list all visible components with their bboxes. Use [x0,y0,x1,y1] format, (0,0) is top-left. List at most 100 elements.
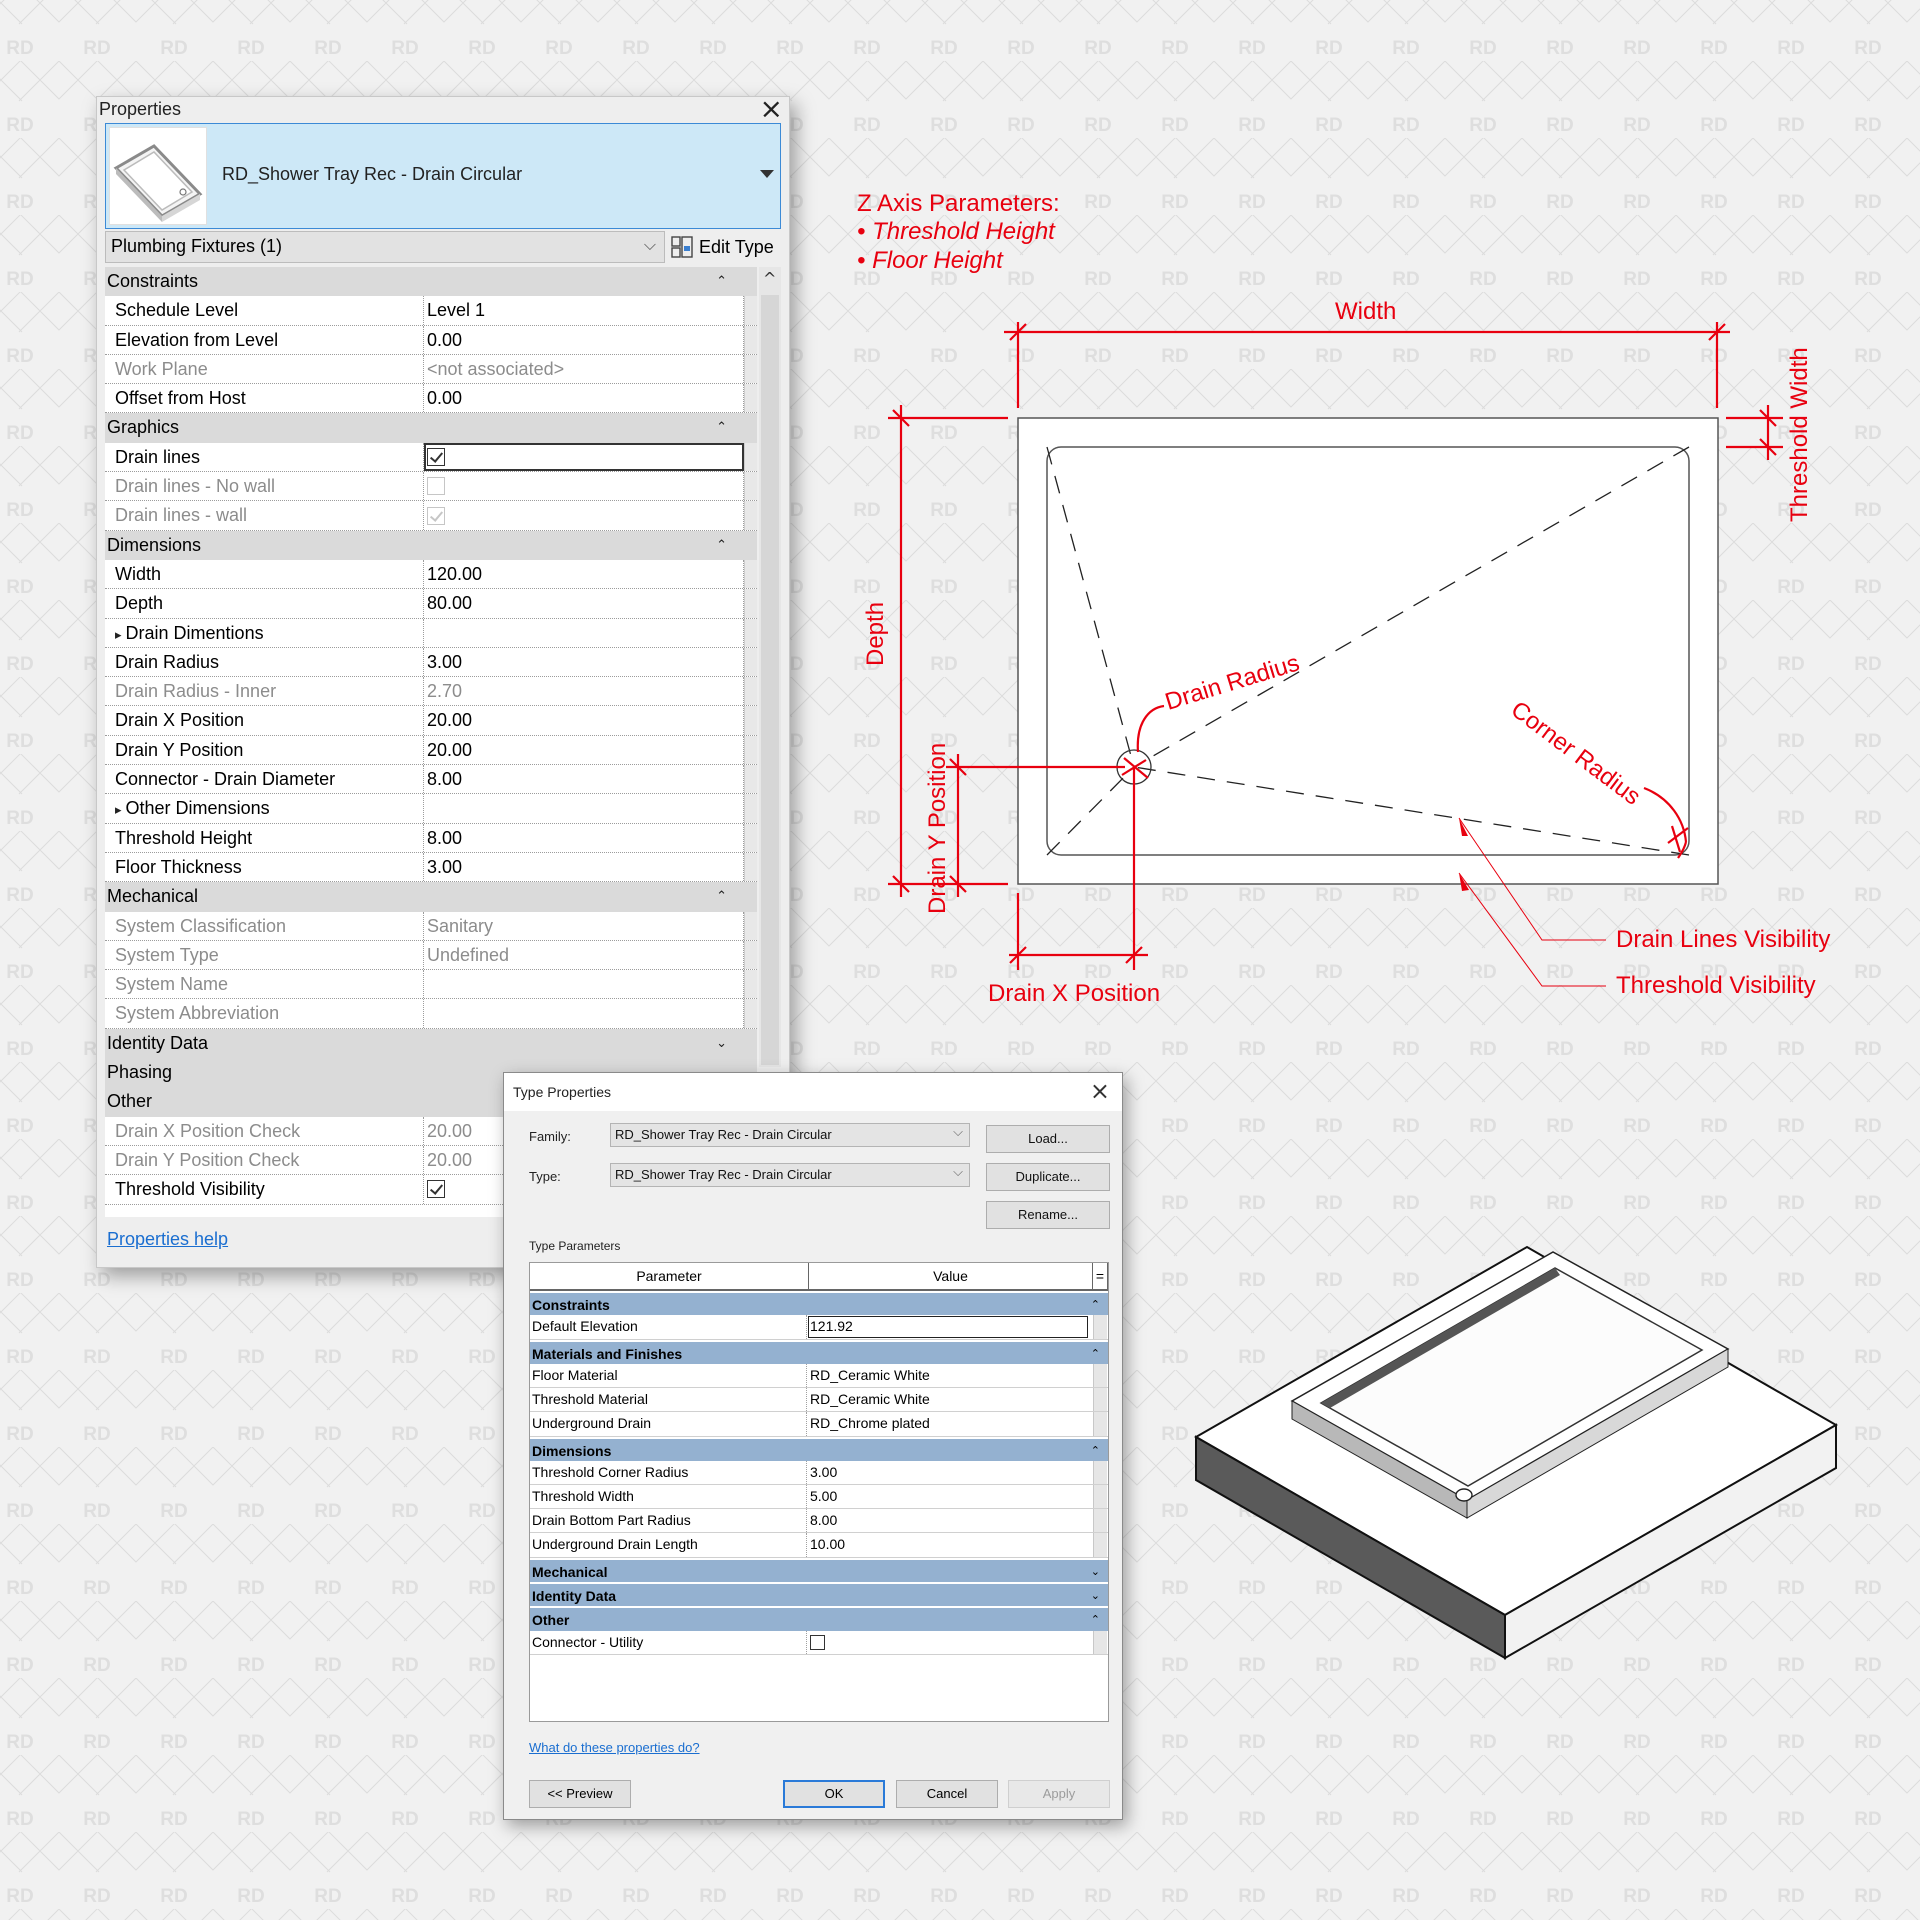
dropdown-arrow-icon[interactable] [760,170,774,178]
expand-icon[interactable]: ⌄ [1091,1584,1100,1608]
associate-parameter-button[interactable] [1093,1363,1107,1388]
property-value[interactable]: 0.00 [424,325,744,354]
parameter-value[interactable]: 121.92 [807,1315,1089,1338]
associate-parameter-button[interactable] [744,589,757,618]
associate-parameter-button[interactable] [744,442,757,472]
checkbox[interactable] [427,1180,445,1199]
associate-parameter-button[interactable] [744,735,757,765]
parameter-value[interactable]: 3.00 [807,1461,1089,1484]
associate-parameter-button[interactable] [744,852,757,882]
associate-parameter-button[interactable] [1093,1485,1107,1509]
associate-parameter-button[interactable] [744,354,757,384]
associate-parameter-button[interactable] [744,559,757,589]
associate-parameter-button[interactable] [1093,1509,1107,1533]
load-button[interactable]: Load... [986,1125,1110,1153]
type-selector[interactable]: RD_Shower Tray Rec - Drain Circular [105,123,781,229]
scroll-thumb[interactable] [761,295,779,1065]
element-filter-dropdown[interactable]: Plumbing Fixtures (1) ⌵ [105,231,665,263]
collapse-icon[interactable]: ⌃ [1091,1342,1100,1366]
parameter-value[interactable]: 10.00 [807,1533,1089,1556]
property-value[interactable]: 3.00 [424,852,744,882]
rename-button[interactable]: Rename... [986,1201,1110,1229]
associate-parameter-button[interactable] [744,618,757,647]
associate-parameter-button[interactable] [1093,1412,1107,1436]
associate-parameter-button[interactable] [744,970,757,999]
group-header-dimensions[interactable]: Dimensions ⌃ [105,530,757,560]
preview-button[interactable]: << Preview [529,1780,631,1808]
column-header-parameter[interactable]: Parameter [530,1263,809,1289]
associate-parameter-button[interactable] [1093,1630,1107,1655]
close-icon[interactable]: × [760,95,783,123]
group-header-materials-and-finishes[interactable]: Materials and Finishes ⌃ [530,1339,1108,1366]
column-header-value[interactable]: Value [809,1263,1093,1289]
property-value[interactable]: Level 1 [424,296,744,325]
associate-parameter-button[interactable] [1093,1533,1107,1557]
property-value[interactable]: 3.00 [424,647,744,677]
expand-icon[interactable]: ⌄ [1091,1560,1100,1584]
property-name[interactable]: Other Dimensions [105,794,424,823]
associate-parameter-button[interactable] [744,501,757,530]
collapse-icon[interactable]: ⌃ [1091,1439,1100,1463]
property-value[interactable]: 120.00 [424,559,744,589]
parameter-value[interactable]: 5.00 [807,1485,1089,1508]
collapse-icon[interactable]: ⌃ [716,413,727,442]
group-header-constraints[interactable]: Constraints ⌃ [105,267,757,297]
column-header-formula[interactable]: = [1093,1263,1108,1289]
associate-parameter-button[interactable] [744,384,757,413]
edit-type-button[interactable]: Edit Type [671,233,774,261]
property-value[interactable]: 20.00 [424,706,744,735]
group-header-constraints[interactable]: Constraints ⌃ [530,1291,1108,1317]
associate-parameter-button[interactable] [744,911,757,940]
property-value[interactable]: 20.00 [424,735,744,765]
property-value[interactable]: 80.00 [424,589,744,618]
property-name[interactable]: Drain Dimentions [105,618,424,647]
parameter-value[interactable]: RD_Ceramic White [807,1364,1089,1387]
parameter-value[interactable] [807,1631,1089,1654]
checkbox[interactable] [810,1634,825,1650]
associate-parameter-button[interactable] [744,296,757,325]
collapse-icon[interactable]: ⌃ [1091,1293,1100,1317]
group-header-graphics[interactable]: Graphics ⌃ [105,413,757,443]
property-value[interactable]: 8.00 [424,823,744,852]
associate-parameter-button[interactable] [1093,1315,1107,1339]
associate-parameter-button[interactable] [1093,1388,1107,1412]
property-value[interactable] [424,442,744,472]
associate-parameter-button[interactable] [744,999,757,1028]
group-header-mechanical[interactable]: Mechanical ⌃ [105,882,757,912]
collapse-icon[interactable]: ⌃ [716,267,727,296]
associate-parameter-button[interactable] [744,940,757,970]
associate-parameter-button[interactable] [744,647,757,677]
properties-help-link[interactable]: Properties help [107,1229,228,1250]
cancel-button[interactable]: Cancel [896,1780,998,1808]
parameter-value[interactable]: RD_Chrome plated [807,1412,1089,1435]
associate-parameter-button[interactable] [744,706,757,735]
group-header-mechanical[interactable]: Mechanical ⌄ [530,1557,1108,1584]
group-header-identity-data[interactable]: Identity Data ⌄ [105,1028,757,1059]
properties-info-link[interactable]: What do these properties do? [529,1740,700,1755]
associate-parameter-button[interactable] [1093,1460,1107,1485]
family-dropdown[interactable]: RD_Shower Tray Rec - Drain Circular ⌵ [610,1123,970,1147]
associate-parameter-button[interactable] [744,823,757,852]
associate-parameter-button[interactable] [744,472,757,501]
scroll-up-icon[interactable]: ^ [763,269,776,288]
group-header-other[interactable]: Other ⌃ [530,1606,1108,1632]
expand-icon[interactable]: ⌄ [716,1029,727,1058]
group-header-identity-data[interactable]: Identity Data ⌄ [530,1582,1108,1608]
collapse-icon[interactable]: ⌃ [716,531,727,560]
duplicate-button[interactable]: Duplicate... [986,1163,1110,1191]
property-value[interactable]: 0.00 [424,384,744,413]
associate-parameter-button[interactable] [744,677,757,706]
type-dropdown[interactable]: RD_Shower Tray Rec - Drain Circular ⌵ [610,1163,970,1187]
property-value[interactable]: 8.00 [424,765,744,794]
properties-scrollbar[interactable]: ^ [759,267,781,1067]
associate-parameter-button[interactable] [744,765,757,794]
ok-button[interactable]: OK [783,1780,885,1808]
checkbox[interactable] [427,448,445,467]
parameter-value[interactable]: RD_Ceramic White [807,1388,1089,1411]
collapse-icon[interactable]: ⌃ [1091,1608,1100,1632]
associate-parameter-button[interactable] [744,325,757,354]
parameter-value[interactable]: 8.00 [807,1509,1089,1532]
collapse-icon[interactable]: ⌃ [716,882,727,911]
associate-parameter-button[interactable] [744,794,757,823]
group-header-dimensions[interactable]: Dimensions ⌃ [530,1436,1108,1463]
